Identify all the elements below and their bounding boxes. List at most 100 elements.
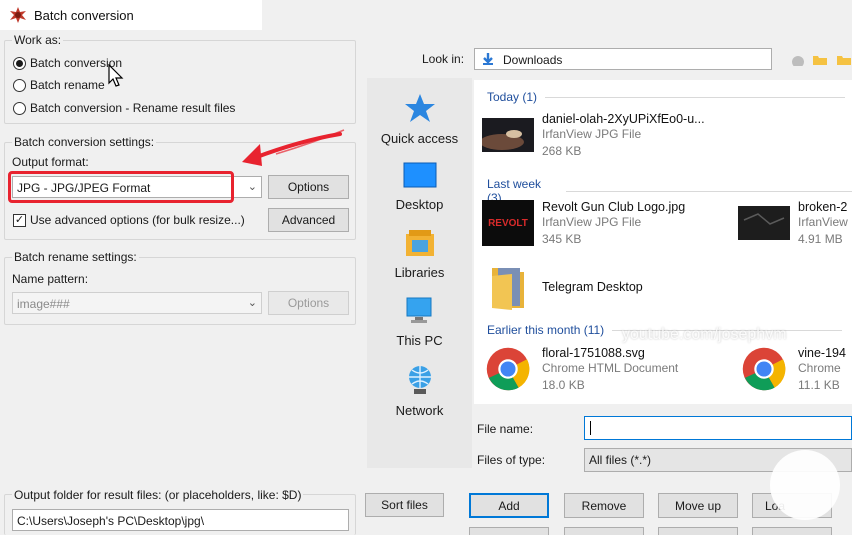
remove-button[interactable]: Remove xyxy=(564,493,644,518)
file-size: 345 KB xyxy=(542,232,582,246)
photo-thumbnail xyxy=(738,206,790,240)
file-type: Chrome xyxy=(798,361,841,375)
file-size: 268 KB xyxy=(542,144,582,158)
look-in-label: Look in: xyxy=(422,52,465,66)
title-bar: Batch conversion xyxy=(0,0,262,30)
output-folder-value: C:\Users\Joseph's PC\Desktop\jpg\ xyxy=(17,514,205,528)
new-folder-icon[interactable] xyxy=(836,52,852,66)
file-item[interactable]: vine-194 Chrome 11.1 KB xyxy=(738,346,846,394)
file-name-label: File name: xyxy=(477,422,534,436)
output-format-label: Output format: xyxy=(12,155,89,169)
place-desktop[interactable]: Desktop xyxy=(367,162,472,212)
thumbnail-logo-text: REVOLT xyxy=(488,217,528,229)
group-heading-label: Earlier this month (11) xyxy=(487,323,605,337)
files-of-type-label: Files of type: xyxy=(477,453,546,467)
file-size: 4.91 MB xyxy=(798,232,843,246)
output-format-options-button[interactable]: Options xyxy=(268,175,349,199)
output-folder-input[interactable]: C:\Users\Joseph's PC\Desktop\jpg\ xyxy=(12,509,349,531)
file-type: IrfanView xyxy=(798,215,848,229)
add-button[interactable]: Add xyxy=(469,493,549,518)
desktop-icon xyxy=(403,162,436,188)
radio-batch-conversion-rename[interactable]: Batch conversion - Rename result files xyxy=(13,100,235,116)
chrome-icon xyxy=(742,347,786,391)
folder-item[interactable]: Telegram Desktop xyxy=(482,264,643,310)
hidden-button[interactable] xyxy=(469,527,549,535)
downloads-folder-icon xyxy=(483,53,493,65)
file-type: IrfanView JPG File xyxy=(542,127,642,141)
advanced-options-checkbox[interactable]: ✓ Use advanced options (for bulk resize.… xyxy=(13,213,245,227)
place-label: Desktop xyxy=(395,197,444,212)
place-label: Network xyxy=(395,403,444,418)
file-item[interactable]: REVOLT Revolt Gun Club Logo.jpg IrfanVie… xyxy=(482,200,685,248)
up-folder-icon[interactable] xyxy=(812,52,828,66)
folder-name: Telegram Desktop xyxy=(542,280,643,294)
file-name: broken-2 xyxy=(798,200,848,214)
checkbox-indicator[interactable]: ✓ xyxy=(13,213,26,227)
file-type: Chrome HTML Document xyxy=(542,361,679,375)
chevron-down-icon[interactable]: ⌄ xyxy=(248,180,257,193)
hidden-button[interactable] xyxy=(752,527,832,535)
name-pattern-select[interactable]: image### ⌄ xyxy=(12,292,262,314)
radio-batch-rename[interactable]: Batch rename xyxy=(13,77,105,93)
files-of-type-value: All files (*.*) xyxy=(589,453,652,467)
watermark-text: youtube.com/josephvm xyxy=(622,326,787,343)
group-heading-today[interactable]: Today (1) xyxy=(487,90,846,104)
file-item[interactable]: broken-2 IrfanView 4.91 MB xyxy=(738,200,848,248)
libraries-icon xyxy=(405,230,434,256)
radio-indicator[interactable] xyxy=(13,78,26,92)
output-folder-label: Output folder for result files: (or plac… xyxy=(12,488,304,502)
radio-indicator[interactable] xyxy=(13,101,26,115)
photo-thumbnail xyxy=(482,118,534,152)
file-list[interactable]: Today (1) daniel-olah-2XyUPiXfEo0-u... I… xyxy=(474,80,852,404)
red-arrow-annotation xyxy=(242,129,345,166)
place-label: This PC xyxy=(396,333,443,348)
logo-thumbnail: REVOLT xyxy=(482,200,534,246)
work-as-legend: Work as: xyxy=(12,33,64,47)
folder-icon xyxy=(492,268,524,310)
place-label: Libraries xyxy=(394,265,445,280)
network-icon xyxy=(408,366,431,394)
place-quick-access[interactable]: Quick access xyxy=(367,92,472,146)
mouse-cursor-icon xyxy=(108,64,124,87)
name-pattern-value: image### xyxy=(17,297,70,311)
window-title: Batch conversion xyxy=(34,8,134,23)
place-label: Quick access xyxy=(380,131,459,146)
group-heading-label: Today (1) xyxy=(487,90,538,104)
file-name: floral-1751088.svg xyxy=(542,346,645,360)
chevron-down-icon[interactable]: ⌄ xyxy=(248,296,257,309)
look-in-select[interactable]: Downloads xyxy=(474,48,772,70)
places-bar: Quick access Desktop Libraries This PC N… xyxy=(367,78,472,468)
file-size: 18.0 KB xyxy=(542,378,585,392)
rename-settings-legend: Batch rename settings: xyxy=(12,250,139,264)
rename-options-button[interactable]: Options xyxy=(268,291,349,315)
place-network[interactable]: Network xyxy=(367,364,472,418)
text-caret xyxy=(590,421,591,435)
file-name-input[interactable] xyxy=(584,416,852,440)
name-pattern-label: Name pattern: xyxy=(12,272,89,286)
hidden-button[interactable] xyxy=(658,527,738,535)
file-size: 11.1 KB xyxy=(798,378,840,392)
radio-indicator[interactable] xyxy=(13,56,26,70)
file-item[interactable]: floral-1751088.svg Chrome HTML Document … xyxy=(482,346,678,394)
irfanview-app-icon xyxy=(10,7,26,23)
back-icon[interactable] xyxy=(790,54,806,66)
overlay-circle xyxy=(770,450,840,520)
star-icon xyxy=(404,94,435,122)
chrome-icon xyxy=(486,347,530,391)
sort-files-button[interactable]: Sort files xyxy=(365,493,444,517)
hidden-button[interactable] xyxy=(564,527,644,535)
conversion-settings-legend: Batch conversion settings: xyxy=(12,135,157,149)
place-this-pc[interactable]: This PC xyxy=(367,296,472,348)
file-type: IrfanView JPG File xyxy=(542,215,642,229)
advanced-options-label: Use advanced options (for bulk resize...… xyxy=(30,213,245,227)
move-up-button[interactable]: Move up xyxy=(658,493,738,518)
group-rule xyxy=(545,96,846,98)
radio-batch-conversion[interactable]: Batch conversion xyxy=(13,55,122,71)
advanced-button[interactable]: Advanced xyxy=(268,208,349,232)
file-item[interactable]: daniel-olah-2XyUPiXfEo0-u... IrfanView J… xyxy=(482,112,705,160)
group-rule xyxy=(566,190,852,192)
computer-icon xyxy=(406,297,431,323)
file-name: daniel-olah-2XyUPiXfEo0-u... xyxy=(542,112,705,126)
radio-label: Batch rename xyxy=(30,78,105,92)
place-libraries[interactable]: Libraries xyxy=(367,228,472,280)
